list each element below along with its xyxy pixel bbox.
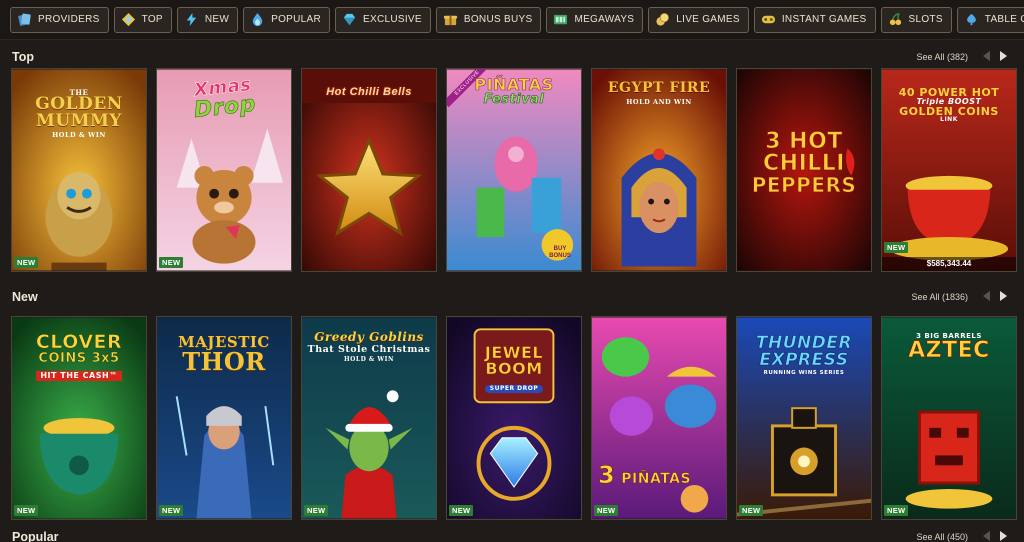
section-new: New See All (1836) CLOVER COINS 3x5 HIT … [0,286,1024,522]
game-title: Hot Chilli Bells [326,86,412,98]
game-title: THE GOLDEN MUMMY HOLD & WIN [35,88,123,139]
new-badge: NEW [449,505,474,516]
bonus-buys-icon [443,12,458,27]
nav-table-games[interactable]: TABLE GAMES [956,6,1024,33]
jackpot-amount: $585,343.44 [882,257,1016,271]
game-title: 3 HOT CHILLI PEPPERS [751,129,857,197]
nav-exclusive-label: EXCLUSIVE [363,14,422,25]
top-icon [121,12,136,27]
section-top-header: Top See All (382) [0,46,1024,68]
section-title: New [12,290,38,304]
nav-slots[interactable]: SLOTS [880,6,952,33]
prev-arrow-icon[interactable] [980,49,994,63]
live-games-icon [655,12,670,27]
new-badge: NEW [14,257,39,268]
new-badge: NEW [159,257,184,268]
new-badge: NEW [884,505,909,516]
see-all-link[interactable]: See All (1836) [911,292,968,302]
game-tile-golden-mummy[interactable]: THE GOLDEN MUMMY HOLD & WIN NEW [11,68,147,272]
next-arrow-icon[interactable] [996,49,1010,63]
game-title: CLOVER COINS 3x5 HIT THE CASH™ [35,331,123,381]
next-arrow-icon[interactable] [996,289,1010,303]
game-tile-pinatas-festival[interactable]: EXCLUSIVE PIÑATAS Festival BUY BONUS [446,68,582,272]
game-tile-greedy-goblins[interactable]: Greedy Goblins That Stole Christmas HOLD… [301,316,437,520]
category-nav: PROVIDERS TOP NEW POPULAR EXCLUSIVE BONU… [0,0,1024,40]
game-tile-clover-coins[interactable]: CLOVER COINS 3x5 HIT THE CASH™ NEW [11,316,147,520]
game-title: JEWEL BOOM SUPER DROP [484,343,544,393]
nav-new[interactable]: NEW [176,6,239,33]
nav-providers[interactable]: PROVIDERS [10,6,109,33]
popular-icon [250,12,265,27]
game-tile-3-pinatas[interactable]: 3 PIÑATAS NEW [591,316,727,520]
game-title: EGYPT FIRE HOLD AND WIN [607,80,711,106]
game-title: THUNDER EXPRESS RUNNING WINS SERIES [755,333,853,376]
section-title: Popular [12,530,59,542]
game-title: 3 PIÑATAS [598,461,692,489]
nav-bonus-buys-label: BONUS BUYS [463,14,533,25]
game-tile-xmas-drop[interactable]: Xmas Drop NEW [156,68,292,272]
nav-exclusive[interactable]: EXCLUSIVE [335,6,431,33]
exclusive-icon [342,12,357,27]
new-icon [184,12,199,27]
game-title: 3 BIG BARRELS AZTEC [908,332,990,363]
game-title: PIÑATAS Festival [474,75,554,107]
nav-slots-label: SLOTS [908,14,943,25]
instant-games-icon [761,12,776,27]
nav-instant-games[interactable]: INSTANT GAMES [753,6,876,33]
game-tile-40-power-hot[interactable]: 40 POWER HOT Triple BOOST GOLDEN COINS L… [881,68,1017,272]
prev-arrow-icon[interactable] [980,529,994,542]
nav-live-games[interactable]: LIVE GAMES [648,6,749,33]
section-title: Top [12,50,34,64]
nav-megaways[interactable]: MEGAWAYS [546,6,644,33]
nav-megaways-label: MEGAWAYS [574,14,635,25]
nav-bonus-buys[interactable]: BONUS BUYS [435,6,542,33]
nav-top-label: TOP [141,14,163,25]
table-games-icon [964,12,979,27]
nav-table-games-label: TABLE GAMES [984,14,1024,25]
game-tile-hot-chilli-bells[interactable]: Hot Chilli Bells [301,68,437,272]
new-badge: NEW [304,505,329,516]
next-arrow-icon[interactable] [996,529,1010,542]
nav-live-games-label: LIVE GAMES [676,14,740,25]
section-top: Top See All (382) THE GOLDEN MUMMY HOLD … [0,46,1024,282]
game-tile-3-hot-chilli-peppers[interactable]: 3 HOT CHILLI PEPPERS [736,68,872,272]
megaways-icon [553,12,568,27]
new-badge: NEW [739,505,764,516]
game-artwork [302,69,436,271]
new-badge: NEW [884,242,909,253]
game-tile-3-big-barrels-aztec[interactable]: 3 BIG BARRELS AZTEC NEW [881,316,1017,520]
game-tile-egypt-fire[interactable]: EGYPT FIRE HOLD AND WIN [591,68,727,272]
buy-bonus-label: BUY BONUS [549,246,571,259]
providers-icon [17,12,32,27]
new-badge: NEW [14,505,39,516]
nav-popular-label: POPULAR [271,14,322,25]
nav-top[interactable]: TOP [113,6,172,33]
game-title: MAJESTIC THOR [178,333,270,376]
nav-popular[interactable]: POPULAR [243,6,331,33]
section-popular-header: Popular See All (450) [0,526,1024,542]
nav-instant-games-label: INSTANT GAMES [781,14,867,25]
game-tile-thunder-express[interactable]: THUNDER EXPRESS RUNNING WINS SERIES NEW [736,316,872,520]
game-tile-majestic-thor[interactable]: MAJESTIC THOR NEW [156,316,292,520]
see-all-link[interactable]: See All (450) [916,532,968,542]
nav-new-label: NEW [204,14,230,25]
game-title: 40 POWER HOT Triple BOOST GOLDEN COINS L… [898,86,1000,123]
prev-arrow-icon[interactable] [980,289,994,303]
slots-icon [888,12,903,27]
game-row-new: CLOVER COINS 3x5 HIT THE CASH™ NEW MAJES… [11,316,1017,520]
game-title: Greedy Goblins That Stole Christmas HOLD… [307,330,431,363]
section-new-header: New See All (1836) [0,286,1024,308]
section-popular: Popular See All (450) [0,526,1024,542]
new-badge: NEW [594,505,619,516]
new-badge: NEW [159,505,184,516]
nav-providers-label: PROVIDERS [38,14,100,25]
game-tile-jewel-boom[interactable]: JEWEL BOOM SUPER DROP NEW [446,316,582,520]
see-all-link[interactable]: See All (382) [916,52,968,62]
game-row-top: THE GOLDEN MUMMY HOLD & WIN NEW Xmas Dro… [11,68,1017,272]
